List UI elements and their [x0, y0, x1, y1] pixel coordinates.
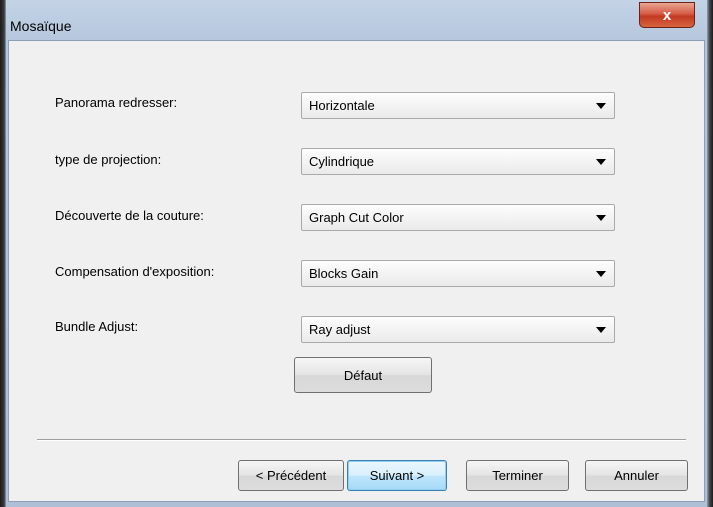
chevron-down-icon [596, 215, 606, 221]
projection-type-value: Cylindrique [309, 154, 375, 169]
next-button[interactable]: Suivant > [347, 460, 447, 491]
footer-separator [37, 439, 686, 441]
chevron-down-icon [596, 159, 606, 165]
bundle-adjust-label: Bundle Adjust: [55, 319, 139, 334]
background-strip-left [0, 0, 6, 507]
close-button[interactable]: x [639, 2, 695, 28]
title-bar[interactable]: Mosaïque x [6, 0, 707, 40]
panorama-straighten-select[interactable]: Horizontale [301, 92, 615, 119]
cancel-button[interactable]: Annuler [585, 460, 688, 491]
chevron-down-icon [596, 103, 606, 109]
seam-finder-value: Graph Cut Color [309, 210, 404, 225]
projection-type-select[interactable]: Cylindrique [301, 148, 615, 175]
bundle-adjust-select[interactable]: Ray adjust [301, 316, 615, 343]
bundle-adjust-value: Ray adjust [309, 322, 371, 337]
previous-button[interactable]: < Précédent [238, 460, 344, 491]
default-button[interactable]: Défaut [294, 357, 432, 393]
dialog-content: Panorama redresser: Horizontale type de … [8, 40, 705, 502]
dialog-window: Mosaïque x Panorama redresser: Horizonta… [0, 0, 713, 507]
exposure-compensation-label: Compensation d'exposition: [55, 264, 215, 279]
panorama-straighten-label: Panorama redresser: [55, 95, 178, 110]
projection-type-label: type de projection: [55, 152, 162, 167]
panorama-straighten-value: Horizontale [309, 98, 375, 113]
chevron-down-icon [596, 327, 606, 333]
finish-button[interactable]: Terminer [466, 460, 569, 491]
exposure-compensation-select[interactable]: Blocks Gain [301, 260, 615, 287]
window-title: Mosaïque [10, 18, 72, 34]
background-strip-right [707, 0, 713, 507]
seam-finder-label: Découverte de la couture: [55, 208, 204, 223]
seam-finder-select[interactable]: Graph Cut Color [301, 204, 615, 231]
exposure-compensation-value: Blocks Gain [309, 266, 379, 281]
chevron-down-icon [596, 271, 606, 277]
close-icon: x [662, 6, 672, 24]
